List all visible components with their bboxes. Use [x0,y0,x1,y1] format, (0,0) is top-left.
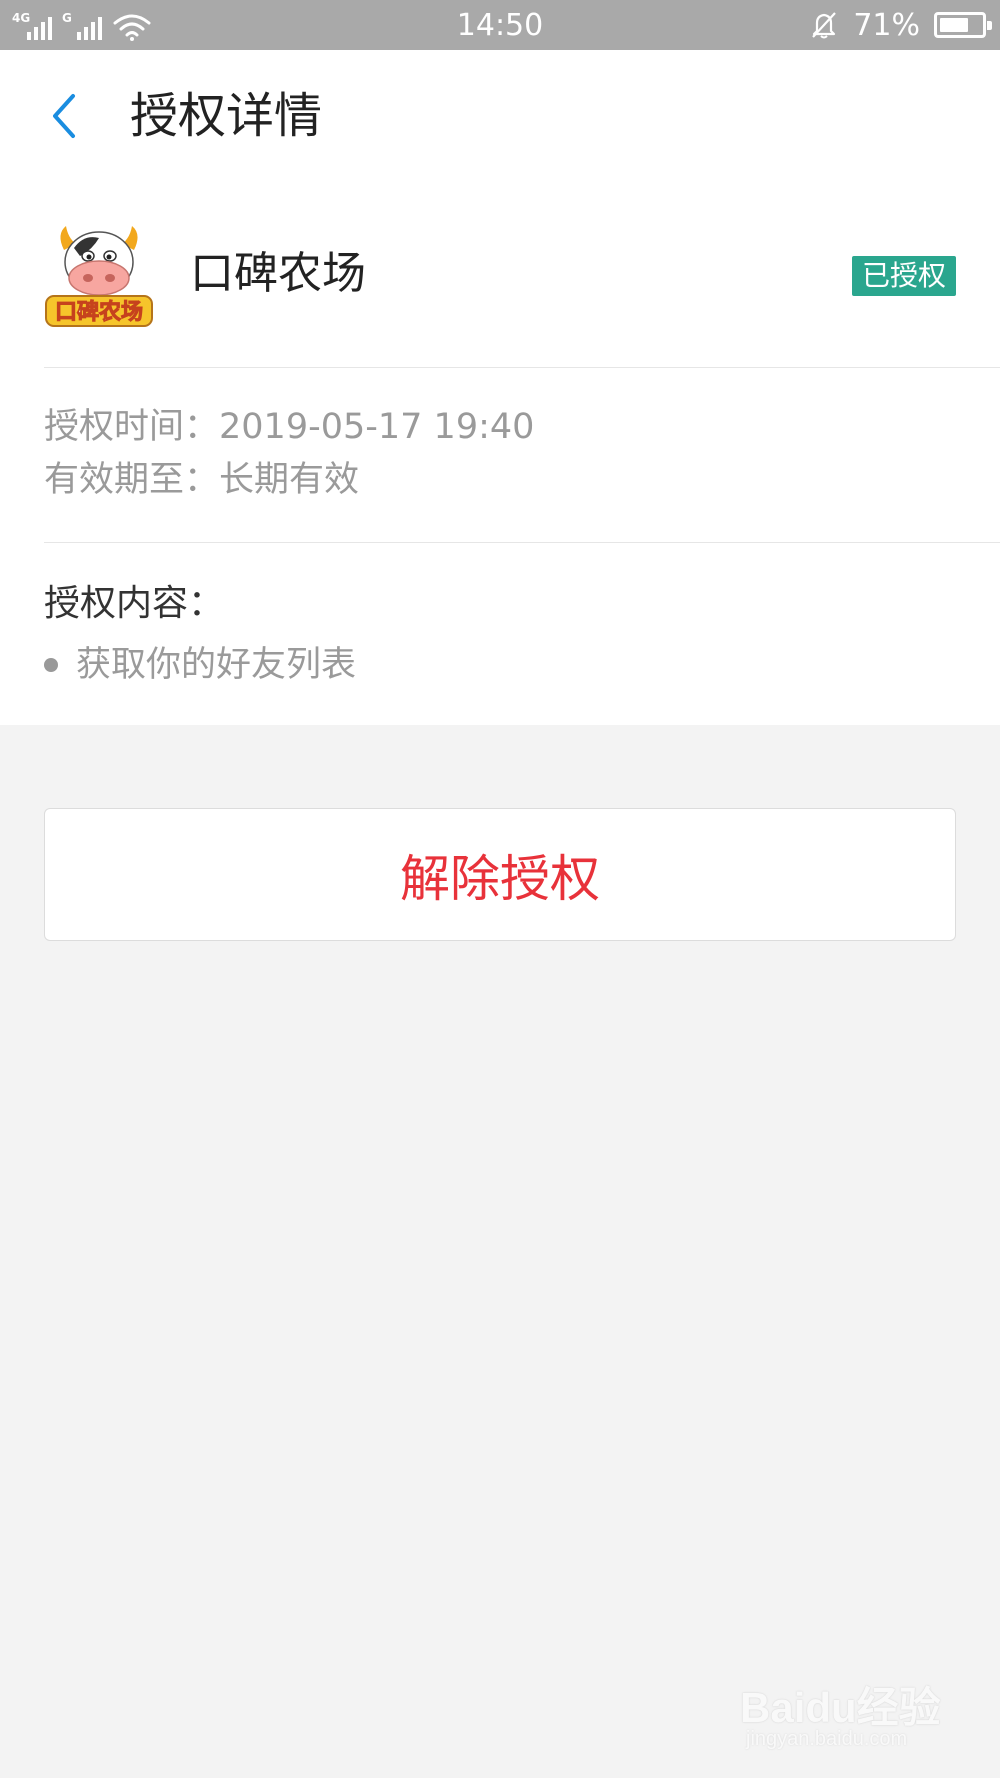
permissions-title: 授权内容： [44,583,225,624]
chevron-left-icon [53,94,75,138]
status-bar: 4G G 14:50 71% [0,0,1000,50]
valid-until-value: 长期有效 [219,460,360,500]
battery-icon [934,12,992,38]
divider [44,542,1000,543]
authorization-card: 口碑农场 口碑农场 已授权 授权时间：2019-05-17 19:40 有效期至… [0,180,1000,725]
status-badge: 已授权 [851,256,956,296]
battery-fill [940,18,969,32]
page-header: 授权详情 [0,50,1000,180]
mute-bell-icon [812,12,837,39]
permission-text: 获取你的好友列表 [76,645,357,685]
watermark-url: jingyan.baidu.com [746,1728,908,1750]
status-right-group: 71% [809,0,992,50]
watermark-brand: Baidu经验 [740,1684,941,1731]
revoke-authorization-button[interactable]: 解除授权 [44,808,956,941]
auth-time-value: 2019-05-17 19:40 [219,407,535,447]
watermark-logo: Baidu经验 jingyan.baidu.com [740,1670,950,1760]
page-title: 授权详情 [130,88,323,144]
battery-percent: 71% [853,7,920,43]
auth-time-row: 授权时间：2019-05-17 19:40 [44,402,534,452]
valid-until-row: 有效期至：长期有效 [44,455,359,505]
back-button[interactable] [44,86,84,146]
divider [44,367,1000,368]
app-logo-text: 口碑农场 [55,299,143,325]
app-logo-icon: 口碑农场 [45,226,153,327]
app-row: 口碑农场 口碑农场 已授权 [0,180,1000,367]
list-item: 获取你的好友列表 [44,640,356,690]
bullet-icon [44,658,58,672]
auth-time-label: 授权时间： [44,407,220,447]
valid-until-label: 有效期至： [44,460,220,500]
app-name: 口碑农场 [190,248,366,299]
